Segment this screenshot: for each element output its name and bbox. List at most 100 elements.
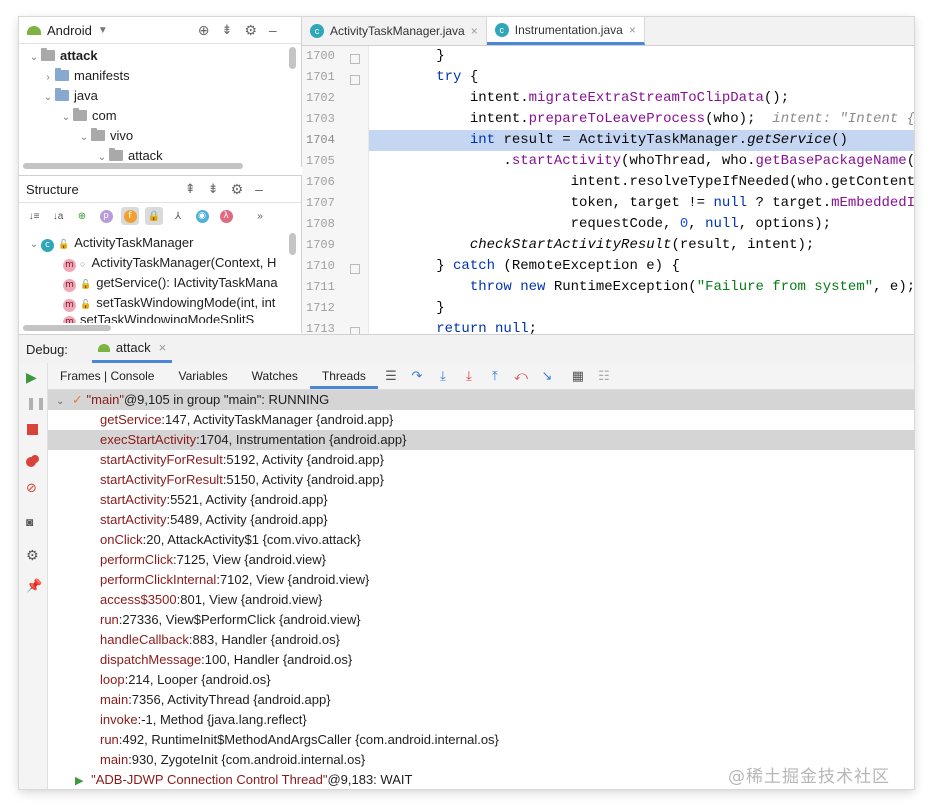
project-view-selector[interactable]: Android [47, 23, 92, 38]
more-icon[interactable]: » [251, 207, 269, 225]
camera-icon[interactable]: ◙ [26, 515, 40, 529]
frame-row[interactable]: startActivityForResult:5192, Activity {a… [48, 450, 914, 470]
tree-item-vivo[interactable]: ⌄ vivo [77, 126, 133, 146]
frame-row[interactable]: handleCallback:883, Handler {android.os} [48, 630, 914, 650]
frame-row[interactable]: main:7356, ActivityThread {android.app} [48, 690, 914, 710]
settings-icon[interactable]: ⚙ [26, 548, 40, 562]
structure-item[interactable]: m setTaskWindowingModeSplitS [63, 313, 254, 323]
gear-icon[interactable]: ⚙ [231, 181, 244, 198]
debug-session-tab[interactable]: attack × [91, 335, 173, 363]
tab-activitytaskmanager[interactable]: c ActivityTaskManager.java × [302, 17, 487, 45]
horizontal-scrollbar[interactable] [23, 163, 243, 169]
frame-row[interactable]: access$3500:801, View {android.view} [48, 590, 914, 610]
layout-menu-icon[interactable]: ☰ [383, 368, 399, 383]
show-fields-icon[interactable]: f [121, 207, 139, 225]
code-editor[interactable]: } try { intent.migrateExtraStreamToClipD… [369, 46, 914, 334]
show-properties-icon[interactable]: p [97, 207, 115, 225]
step-into-icon[interactable]: ⤓ [435, 368, 451, 383]
close-icon[interactable]: × [629, 23, 636, 37]
vertical-scrollbar[interactable] [289, 47, 296, 69]
structure-item[interactable]: m 🔓 getService(): IActivityTaskMana [63, 273, 278, 293]
tree-item-attack-module[interactable]: ⌄ attack [27, 46, 98, 66]
chevron-down-icon[interactable]: ⌄ [77, 128, 91, 148]
frame-row[interactable]: startActivityForResult:5150, Activity {a… [48, 470, 914, 490]
sort-visibility-icon[interactable]: ↓≡ [25, 207, 43, 225]
force-step-into-icon[interactable]: ⤓ [461, 368, 477, 383]
frame-row[interactable]: run:27336, View$PerformClick {android.vi… [48, 610, 914, 630]
chevron-right-icon[interactable]: › [41, 68, 55, 88]
pause-icon[interactable]: ❚❚ [26, 396, 46, 410]
resume-icon[interactable]: ▶ [26, 370, 40, 384]
tab-instrumentation[interactable]: c Instrumentation.java × [486, 17, 645, 45]
chevron-right-icon[interactable]: ▶ [75, 775, 83, 787]
chevron-down-icon[interactable]: ▼ [98, 25, 108, 36]
frame-row[interactable]: startActivity:5521, Activity {android.ap… [48, 490, 914, 510]
sort-alpha-icon[interactable]: ↓a [49, 207, 67, 225]
fold-marker-icon[interactable] [350, 54, 360, 64]
minimize-icon[interactable]: – [255, 181, 263, 197]
minimize-icon[interactable]: – [269, 22, 277, 38]
chevron-down-icon[interactable]: ⌄ [56, 396, 64, 407]
locate-icon[interactable]: ⊕ [198, 22, 210, 39]
code-line-1702: intent.migrateExtraStreamToClipData(); [369, 90, 790, 106]
view-breakpoints-icon[interactable] [26, 455, 40, 469]
frame-row[interactable]: getService:147, ActivityTaskManager {and… [48, 410, 914, 430]
expand-all-icon[interactable]: ⇞ [185, 181, 196, 197]
tree-item-com[interactable]: ⌄ com [59, 106, 117, 126]
show-inherited-icon[interactable]: ⊕ [73, 207, 91, 225]
frame-row[interactable]: invoke:-1, Method {java.lang.reflect} [48, 710, 914, 730]
run-to-cursor-icon[interactable]: ↘ [539, 368, 555, 383]
chevron-down-icon[interactable]: ⌄ [27, 235, 41, 255]
horizontal-scrollbar[interactable] [23, 325, 111, 331]
gear-icon[interactable]: ⚙ [244, 22, 257, 39]
tab-frames-console[interactable]: Frames | Console [48, 363, 166, 389]
vertical-scrollbar[interactable] [289, 233, 296, 255]
structure-class-row[interactable]: ⌄ c 🔓 ActivityTaskManager [27, 233, 193, 253]
evaluate-expression-icon[interactable]: ▦ [570, 368, 586, 383]
show-lambdas-icon[interactable]: ◉ [193, 207, 211, 225]
chevron-down-icon[interactable]: ⌄ [27, 48, 41, 68]
frame-row[interactable]: performClick:7125, View {android.view} [48, 550, 914, 570]
thread-row-main[interactable]: ⌄ ✓ "main"@9,105 in group "main": RUNNIN… [48, 390, 914, 410]
frame-row[interactable]: run:492, RuntimeInit$MethodAndArgsCaller… [48, 730, 914, 750]
line-number-gutter: 1700 1701 1702 1703 1704 1705 1706 1707 … [302, 46, 369, 337]
show-lambda-icon[interactable]: λ [217, 207, 235, 225]
code-line-1704-current: int result = ActivityTaskManager.getServ… [369, 130, 914, 151]
thread-suspended-icon: ✓ [72, 392, 83, 407]
chevron-down-icon[interactable]: ⌄ [59, 108, 73, 128]
chevron-down-icon[interactable]: ⌄ [41, 88, 55, 108]
show-non-public-icon[interactable]: 🔒 [145, 207, 163, 225]
frame-row-selected[interactable]: execStartActivity:1704, Instrumentation … [48, 430, 914, 450]
frame-row[interactable]: performClickInternal:7102, View {android… [48, 570, 914, 590]
close-icon[interactable]: × [159, 340, 167, 355]
show-anonymous-icon[interactable]: ⅄ [169, 207, 187, 225]
line-number: 1702 [306, 91, 335, 105]
tab-variables[interactable]: Variables [166, 363, 239, 389]
frame-row[interactable]: loop:214, Looper {android.os} [48, 670, 914, 690]
threads-list: ⌄ ✓ "main"@9,105 in group "main": RUNNIN… [48, 390, 914, 789]
drop-frame-icon[interactable]: ⤺ [513, 368, 529, 383]
fold-marker-icon[interactable] [350, 264, 360, 274]
frame-row[interactable]: dispatchMessage:100, Handler {android.os… [48, 650, 914, 670]
tree-item-java[interactable]: ⌄ java [41, 86, 98, 106]
tab-watches[interactable]: Watches [240, 363, 310, 389]
structure-item[interactable]: m ○ ActivityTaskManager(Context, H [63, 253, 276, 273]
frame-row[interactable]: startActivity:5489, Activity {android.ap… [48, 510, 914, 530]
tree-item-manifests[interactable]: › manifests [41, 66, 130, 86]
step-out-icon[interactable]: ⤒ [487, 368, 503, 383]
project-pane: Android ▼ ⊕ ⇟ ⚙ – ⌄ attack › manifests ⌄ ja… [19, 17, 302, 169]
collapse-icon[interactable]: ⇟ [221, 22, 232, 38]
tab-threads[interactable]: Threads [309, 363, 378, 389]
mute-breakpoints-icon[interactable]: ⊘ [26, 481, 40, 495]
fold-marker-icon[interactable] [350, 75, 360, 85]
structure-item[interactable]: m 🔓 setTaskWindowingMode(int, int [63, 293, 275, 313]
close-icon[interactable]: × [471, 24, 478, 38]
structure-header: Structure ⇞ ⇟ ⚙ – [19, 175, 301, 203]
stop-icon[interactable] [26, 423, 40, 437]
step-over-icon[interactable]: ↷ [409, 368, 425, 383]
debug-tabs: Frames | Console Variables Watches Threa… [48, 363, 914, 390]
collapse-all-icon[interactable]: ⇟ [208, 181, 219, 197]
pin-icon[interactable]: 📌 [26, 579, 42, 593]
trace-icon[interactable]: ☷ [596, 368, 612, 383]
frame-row[interactable]: onClick:20, AttackActivity$1 {com.vivo.a… [48, 530, 914, 550]
